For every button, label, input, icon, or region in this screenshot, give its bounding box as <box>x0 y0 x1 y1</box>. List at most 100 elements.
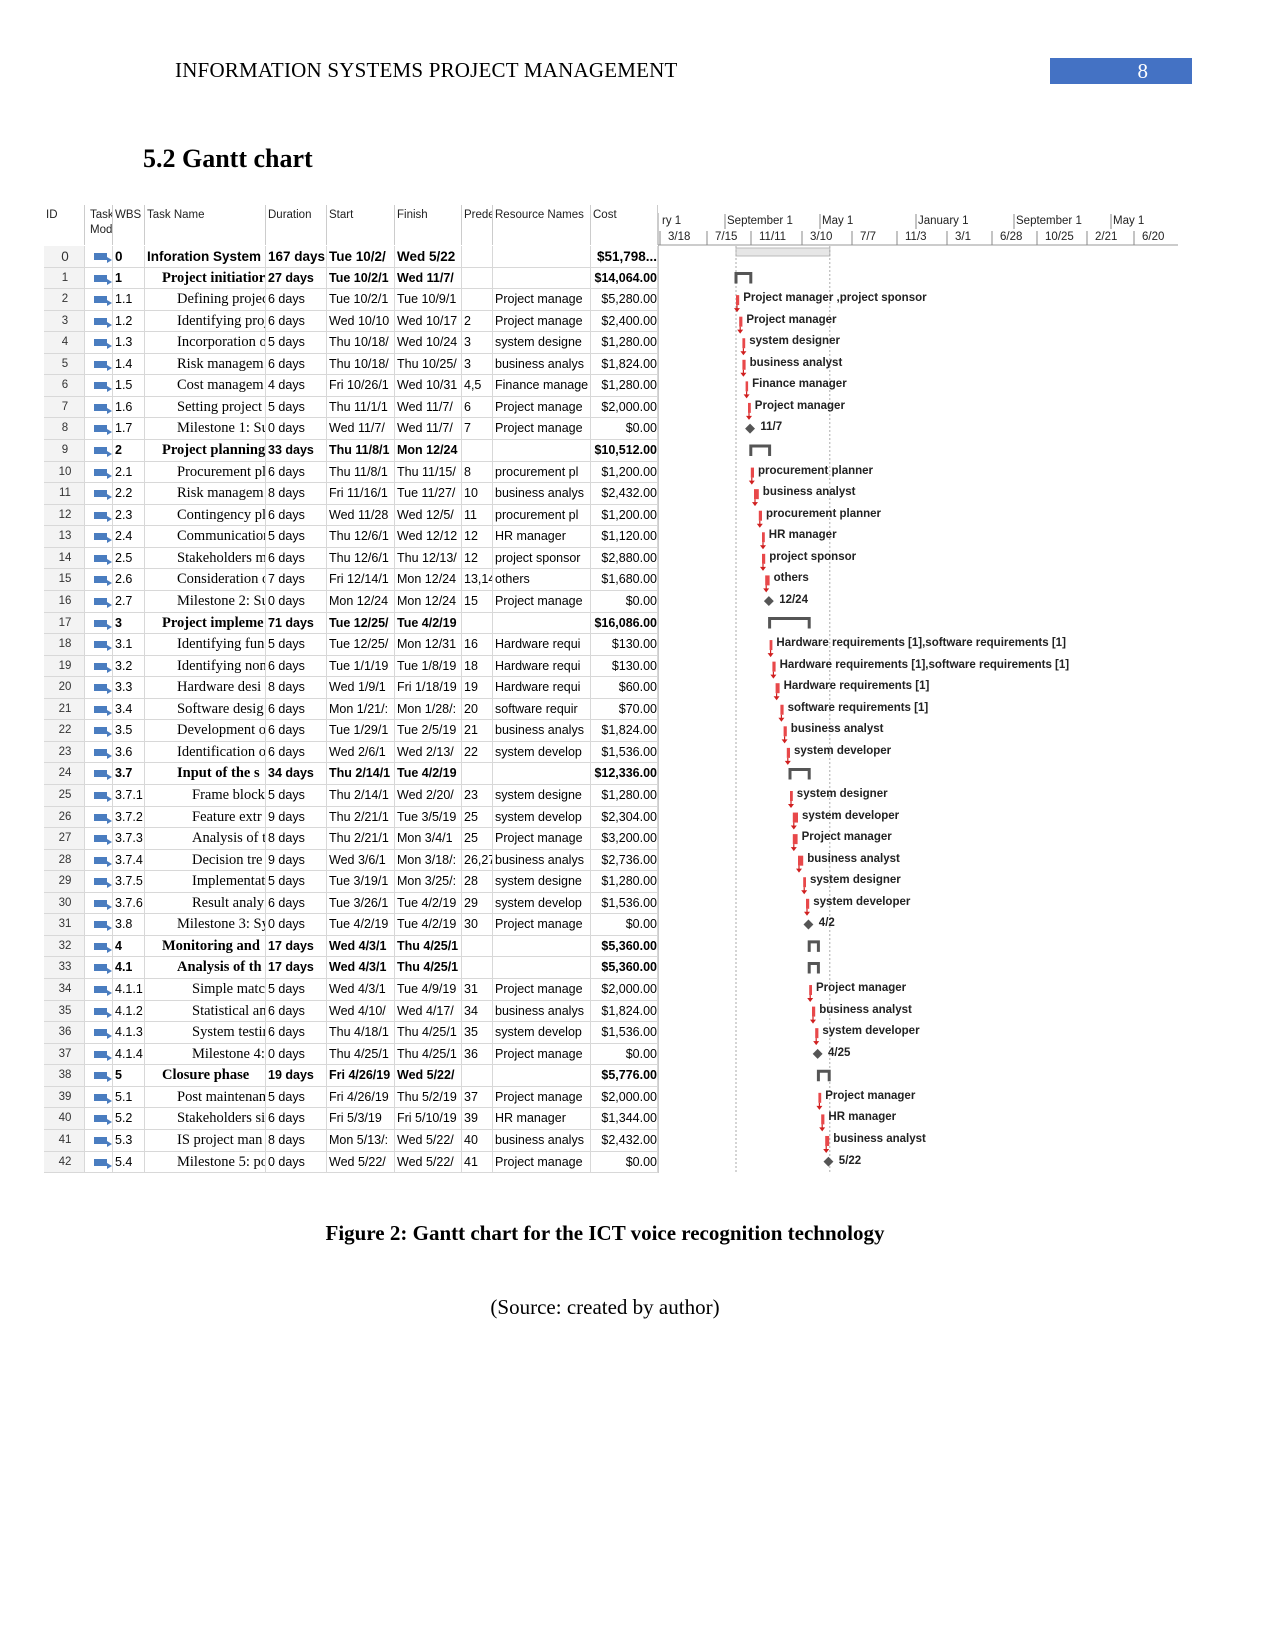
table-row[interactable]: 26 3.7.2 Feature extr 9 days Thu 2/21/1 Tue 3… <box>44 806 658 829</box>
table-row[interactable]: 17 3 Project impleme 71 days Tue 12/25/Tue 4… <box>44 612 658 635</box>
finish-cell: Tue 4/2/19 <box>395 612 462 634</box>
cost-cell: $2,400.00 <box>591 310 658 332</box>
task-mode-cell <box>88 289 113 310</box>
table-row[interactable]: 9 2 Project planning 33 days Thu 11/8/1 Mon 1… <box>44 440 658 462</box>
task-name-cell: Frame blocki <box>145 785 266 806</box>
start-cell: Wed 11/28 <box>327 504 395 526</box>
table-row[interactable]: 27 3.7.3 Analysis of t8 days Thu 2/21/1 Mon … <box>44 828 658 850</box>
wbs-cell: 3.4 <box>113 698 145 720</box>
wbs-cell: 2.4 <box>113 526 145 547</box>
column-header[interactable]: Duration <box>266 205 327 245</box>
table-row[interactable]: 42 5.4 Milestone 5: po 0 days Wed 5/22/Wed 5… <box>44 1151 658 1174</box>
auto-scheduled-icon <box>94 1007 112 1018</box>
table-row[interactable]: 24 3.7 Input of the s 34 days Thu 2/14/1 Tue … <box>44 763 658 785</box>
table-row[interactable]: 25 3.7.1 Frame blocki 5 days Thu 2/14/1 Wed 2… <box>44 785 658 807</box>
table-row[interactable]: 31 3.8 Milestone 3: Sy 0 days Tue 4/2/19 Tue … <box>44 914 658 936</box>
task-name-cell: Implementati <box>145 871 266 892</box>
column-header[interactable]: WBS <box>113 205 145 245</box>
column-header[interactable]: Cost <box>591 205 658 245</box>
start-cell: Mon 5/13/: <box>327 1129 395 1151</box>
table-row[interactable]: 32 4 Monitoring and 17 days Wed 4/3/1 Thu 4/2… <box>44 935 658 958</box>
duration-cell: 5 days <box>266 871 327 892</box>
table-row[interactable]: 10 2.1 Procurement pl 6 days Thu 11/8/1 Thu 1… <box>44 461 658 484</box>
table-row[interactable]: 16 2.7 Milestone 2: Su 0 days Mon 12/24 Mon 1… <box>44 590 658 613</box>
cost-cell: $14,064.00 <box>591 267 658 289</box>
table-row[interactable]: 37 4.1.4 Milestone 4: 0 days Thu 4/25/1 Thu 4… <box>44 1043 658 1066</box>
table-row[interactable]: 8 1.7 Milestone 1: Su 0 days Wed 11/7/Wed 11… <box>44 418 658 441</box>
column-header[interactable]: ID <box>44 205 85 245</box>
table-row[interactable]: 33 4.1 Analysis of th 17 days Wed 4/3/1 Thu 4… <box>44 957 658 980</box>
finish-cell: Tue 1/8/19 <box>395 655 462 677</box>
table-row[interactable]: 6 1.5 Cost managem 4 days Fri 10/26/1 Wed 10/… <box>44 375 658 397</box>
table-row[interactable]: 22 3.5 Development o6 days Tue 1/29/1 Tue 2/… <box>44 720 658 742</box>
table-row[interactable]: 19 3.2 Identifying non 6 days Tue 1/1/19 Tue … <box>44 655 658 678</box>
column-header[interactable]: Task Mode <box>88 205 113 245</box>
task-mode-cell <box>88 1086 113 1108</box>
table-row[interactable]: 3 1.2 Identifying proj 6 days Wed 10/10 Wed 1… <box>44 310 658 333</box>
table-row[interactable]: 0 0 Inforation System 167 days Tue 10/2/Wed … <box>44 246 658 268</box>
task-mode-cell <box>88 677 113 698</box>
timescale-bottom-label: 3/1 <box>955 231 971 243</box>
bar-label: system developer <box>813 895 911 908</box>
column-header[interactable]: Task Name <box>145 205 266 245</box>
column-header[interactable]: Finish <box>395 205 462 245</box>
table-row[interactable]: 21 3.4 Software desig 6 days Mon 1/21/: Mon 1… <box>44 698 658 721</box>
table-row[interactable]: 39 5.1 Post maintenan 5 days Fri 4/26/19 Thu … <box>44 1086 658 1109</box>
table-row[interactable]: 36 4.1.3 System testir 6 days Thu 4/18/1 Thu … <box>44 1022 658 1044</box>
table-row[interactable]: 35 4.1.2 Statistical an 6 days Wed 4/10/Wed … <box>44 1000 658 1023</box>
table-row[interactable]: 5 1.4 Risk managem 6 days Thu 10/18/Thu 10/2… <box>44 353 658 376</box>
bar-label: business analyst <box>833 1132 926 1145</box>
task-name-cell: Software desig <box>145 698 266 720</box>
task-name-cell: Stakeholders m <box>145 547 266 569</box>
table-row[interactable]: 23 3.6 Identification o6 days Wed 2/6/1 Wed … <box>44 741 658 764</box>
table-row[interactable]: 7 1.6 Setting project :5 days Thu 11/1/1 Wed… <box>44 396 658 419</box>
running-header: INFORMATION SYSTEMS PROJECT MANAGEMENT <box>175 58 678 82</box>
table-row[interactable]: 12 2.3 Contingency pl 6 days Wed 11/28 Wed 12… <box>44 504 658 527</box>
auto-scheduled-icon <box>94 425 112 436</box>
timescale-bottom-label: 7/15 <box>715 231 738 243</box>
bar-label: system designer <box>796 788 888 800</box>
table-row[interactable]: 28 3.7.4 Decision tre 9 days Wed 3/6/1 Mon 3/… <box>44 849 658 872</box>
table-row[interactable]: 1 1 Project initiatior 27 days Tue 10/2/1 Wed… <box>44 267 658 290</box>
finish-cell: Mon 3/25/: <box>395 871 462 892</box>
milestone-diamond <box>745 423 755 434</box>
dependency-arrow <box>760 545 766 550</box>
document-page: INFORMATION SYSTEMS PROJECT MANAGEMENT 8… <box>0 0 1275 1651</box>
predecessors-cell: 7 <box>462 418 493 440</box>
cost-cell: $1,824.00 <box>591 353 658 375</box>
table-row[interactable]: 30 3.7.6 Result analy 6 days Tue 3/26/1 Tue 4… <box>44 892 658 915</box>
table-row[interactable]: 29 3.7.5 Implementati 5 days Tue 3/19/1 Mon 3… <box>44 871 658 893</box>
table-row[interactable]: 15 2.6 Consideration o7 days Fri 12/14/1 Mon… <box>44 569 658 591</box>
column-header[interactable]: Resource Names <box>493 205 591 245</box>
resource-names-cell: procurement pl <box>493 461 591 483</box>
table-row[interactable]: 2 1.1 Defining projec 6 days Tue 10/2/1 Tue 1… <box>44 289 658 311</box>
column-header[interactable]: Start <box>327 205 395 245</box>
auto-scheduled-icon <box>94 1158 112 1169</box>
milestone-diamond <box>763 596 774 607</box>
column-header[interactable]: Prede <box>462 205 493 245</box>
auto-scheduled-icon <box>94 705 112 716</box>
cost-cell: $70.00 <box>591 698 658 720</box>
task-name-cell: Consideration o <box>145 569 266 590</box>
task-name-cell: Project planning <box>145 440 266 461</box>
table-row[interactable]: 18 3.1 Identifying func 5 days Tue 12/25/Mon… <box>44 634 658 656</box>
task-bar <box>786 747 790 758</box>
table-row[interactable]: 38 5 Closure phase 19 days Fri 4/26/19 Wed 5/… <box>44 1065 658 1087</box>
table-row[interactable]: 13 2.4 Communication 5 days Thu 12/6/1 Wed 12… <box>44 526 658 548</box>
auto-scheduled-icon <box>94 792 112 802</box>
task-name-cell: Cost managem <box>145 375 266 396</box>
dependency-arrow <box>763 588 770 593</box>
table-row[interactable]: 20 3.3 Hardware desi 8 days Wed 1/9/1 Fri 1/1… <box>44 677 658 699</box>
start-cell: Thu 2/21/1 <box>327 806 395 828</box>
task-mode-cell <box>88 461 113 483</box>
task-name-cell: Input of the s <box>145 763 266 784</box>
table-row[interactable]: 11 2.2 Risk managem 8 days Fri 11/16/1 Tue 11… <box>44 483 658 505</box>
table-row[interactable]: 41 5.3 IS project man 8 days Mon 5/13/: Wed 5… <box>44 1129 658 1152</box>
table-row[interactable]: 14 2.5 Stakeholders m6 days Thu 12/6/1 Thu 1… <box>44 547 658 570</box>
finish-cell: Wed 12/5/ <box>395 504 462 526</box>
id-cell: 38 <box>44 1065 85 1086</box>
task-name-cell: Milestone 2: Su <box>145 590 266 612</box>
table-row[interactable]: 40 5.2 Stakeholders si 6 days Fri 5/3/19 Fri … <box>44 1108 658 1130</box>
table-row[interactable]: 34 4.1.1 Simple matcl 5 days Wed 4/3/1 Tue 4/… <box>44 979 658 1001</box>
table-row[interactable]: 4 1.3 Incorporation o5 days Thu 10/18/Wed 1… <box>44 332 658 354</box>
